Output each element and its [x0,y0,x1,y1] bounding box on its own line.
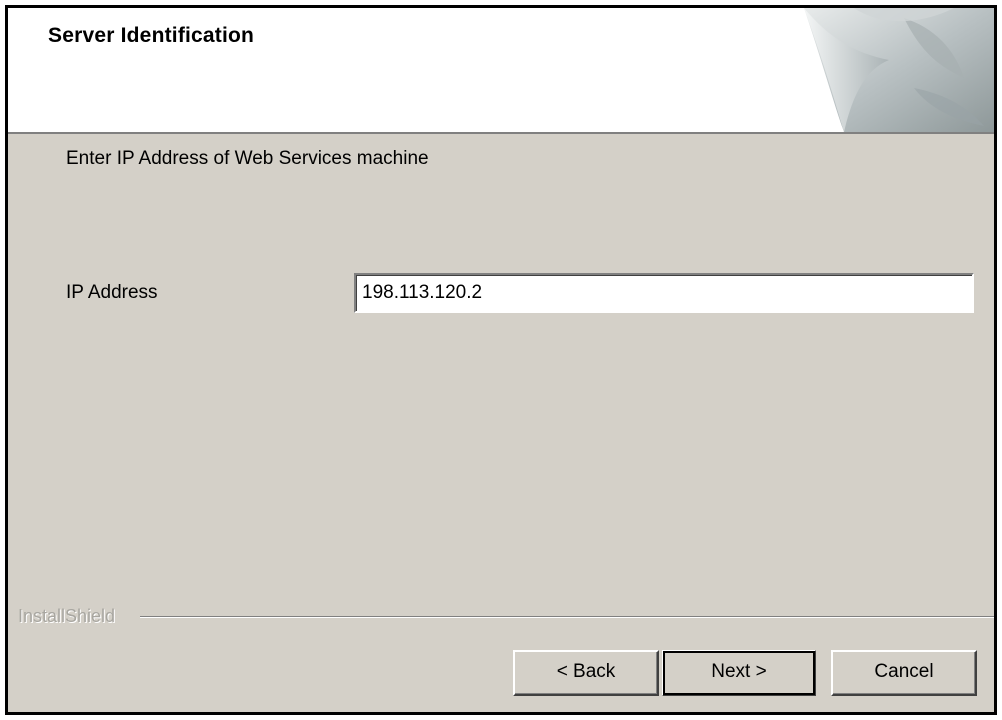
cancel-button[interactable]: Cancel [831,650,977,696]
installer-dialog: Server Identification Enter IP Address o… [5,5,997,715]
ip-address-label: IP Address [66,282,158,303]
instruction-text: Enter IP Address of Web Services machine [66,148,429,169]
installshield-divider: InstallShield [8,606,994,630]
divider-line [140,616,994,618]
dialog-title: Server Identification [48,24,255,47]
back-button[interactable]: < Back [513,650,659,696]
page-curl-icon [794,8,994,132]
ip-address-input[interactable] [354,273,974,313]
dialog-header: Server Identification [8,8,994,134]
installshield-brand: InstallShield [18,606,120,627]
next-button[interactable]: Next > [662,650,816,696]
